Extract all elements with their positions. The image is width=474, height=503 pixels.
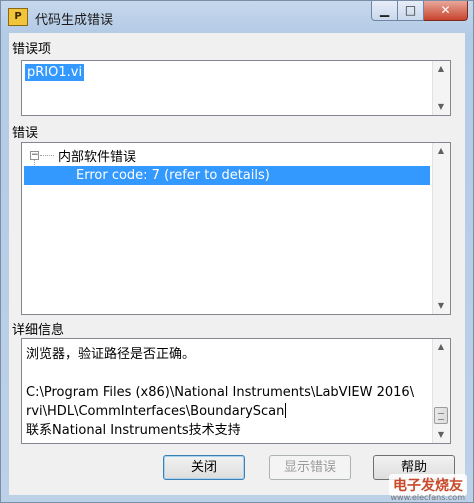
details-line: C:\Program Files (x86)\National Instrume… [26,385,415,400]
errors-label: 错误 [12,126,39,141]
scroll-up-icon[interactable]: ▲ [433,61,449,77]
list-item[interactable]: pRIO1.vi [25,64,85,81]
details-line: rvi\HDL\CommInterfaces\BoundaryScan [26,404,285,419]
text-caret [285,403,287,418]
scroll-up-icon[interactable]: ▲ [433,339,449,355]
scroll-thumb[interactable] [434,407,448,424]
details-text: 浏览器，验证路径是否正确。 C:\Program Files (x86)\Nat… [26,345,414,440]
error-item-list[interactable]: pRIO1.vi ▲ ▼ [21,60,451,116]
tree-item-parent[interactable]: 内部软件错误 [58,146,136,165]
minimize-icon: ▁ [379,3,390,17]
errors-scrollbar[interactable]: ▲ ▼ [432,143,450,314]
error-item-scrollbar[interactable]: ▲ ▼ [432,61,450,115]
minimize-button[interactable]: ▁ [371,1,398,21]
title-bar[interactable]: P 代码生成错误 ▁ □ ✕ [1,1,473,33]
scroll-down-icon[interactable]: ▼ [433,427,449,443]
details-scrollbar[interactable]: ▲ ▼ [432,339,450,443]
details-line: 浏览器，验证路径是否正确。 [26,347,196,362]
watermark-url: www.elecfans.com [390,493,466,502]
maximize-button[interactable]: □ [398,1,424,21]
scroll-down-icon[interactable]: ▼ [433,298,449,314]
caption-buttons: ▁ □ ✕ [371,1,468,21]
tree-item-selected[interactable]: Error code: 7 (refer to details) [24,166,430,185]
close-icon: ✕ [440,3,451,17]
scroll-down-icon[interactable]: ▼ [433,99,449,115]
window-title: 代码生成错误 [35,13,114,28]
details-line: 联系National Instruments技术支持 [26,423,241,438]
details-textbox[interactable]: 浏览器，验证路径是否正确。 C:\Program Files (x86)\Nat… [21,338,451,444]
close-button[interactable]: 关闭 [163,455,245,480]
scroll-up-icon[interactable]: ▲ [433,143,449,159]
details-label: 详细信息 [12,323,65,338]
close-window-button[interactable]: ✕ [424,1,468,21]
show-error-button[interactable]: 显示错误 [269,455,351,480]
collapse-icon[interactable]: − [30,151,39,160]
errors-tree[interactable]: − 内部软件错误 Error code: 7 (refer to details… [21,142,451,315]
tree-connector [40,155,54,156]
error-dialog-window: P 代码生成错误 ▁ □ ✕ 错误项 pRIO1.vi ▲ ▼ 错误 − 内部软… [0,0,474,503]
labview-icon: P [8,8,28,26]
maximize-icon: □ [404,3,417,17]
error-item-label: 错误项 [12,42,52,57]
tree-item-child: Error code: 7 (refer to details) [76,168,270,183]
dialog-client-area: 错误项 pRIO1.vi ▲ ▼ 错误 − 内部软件错误 Error code:… [9,33,465,495]
